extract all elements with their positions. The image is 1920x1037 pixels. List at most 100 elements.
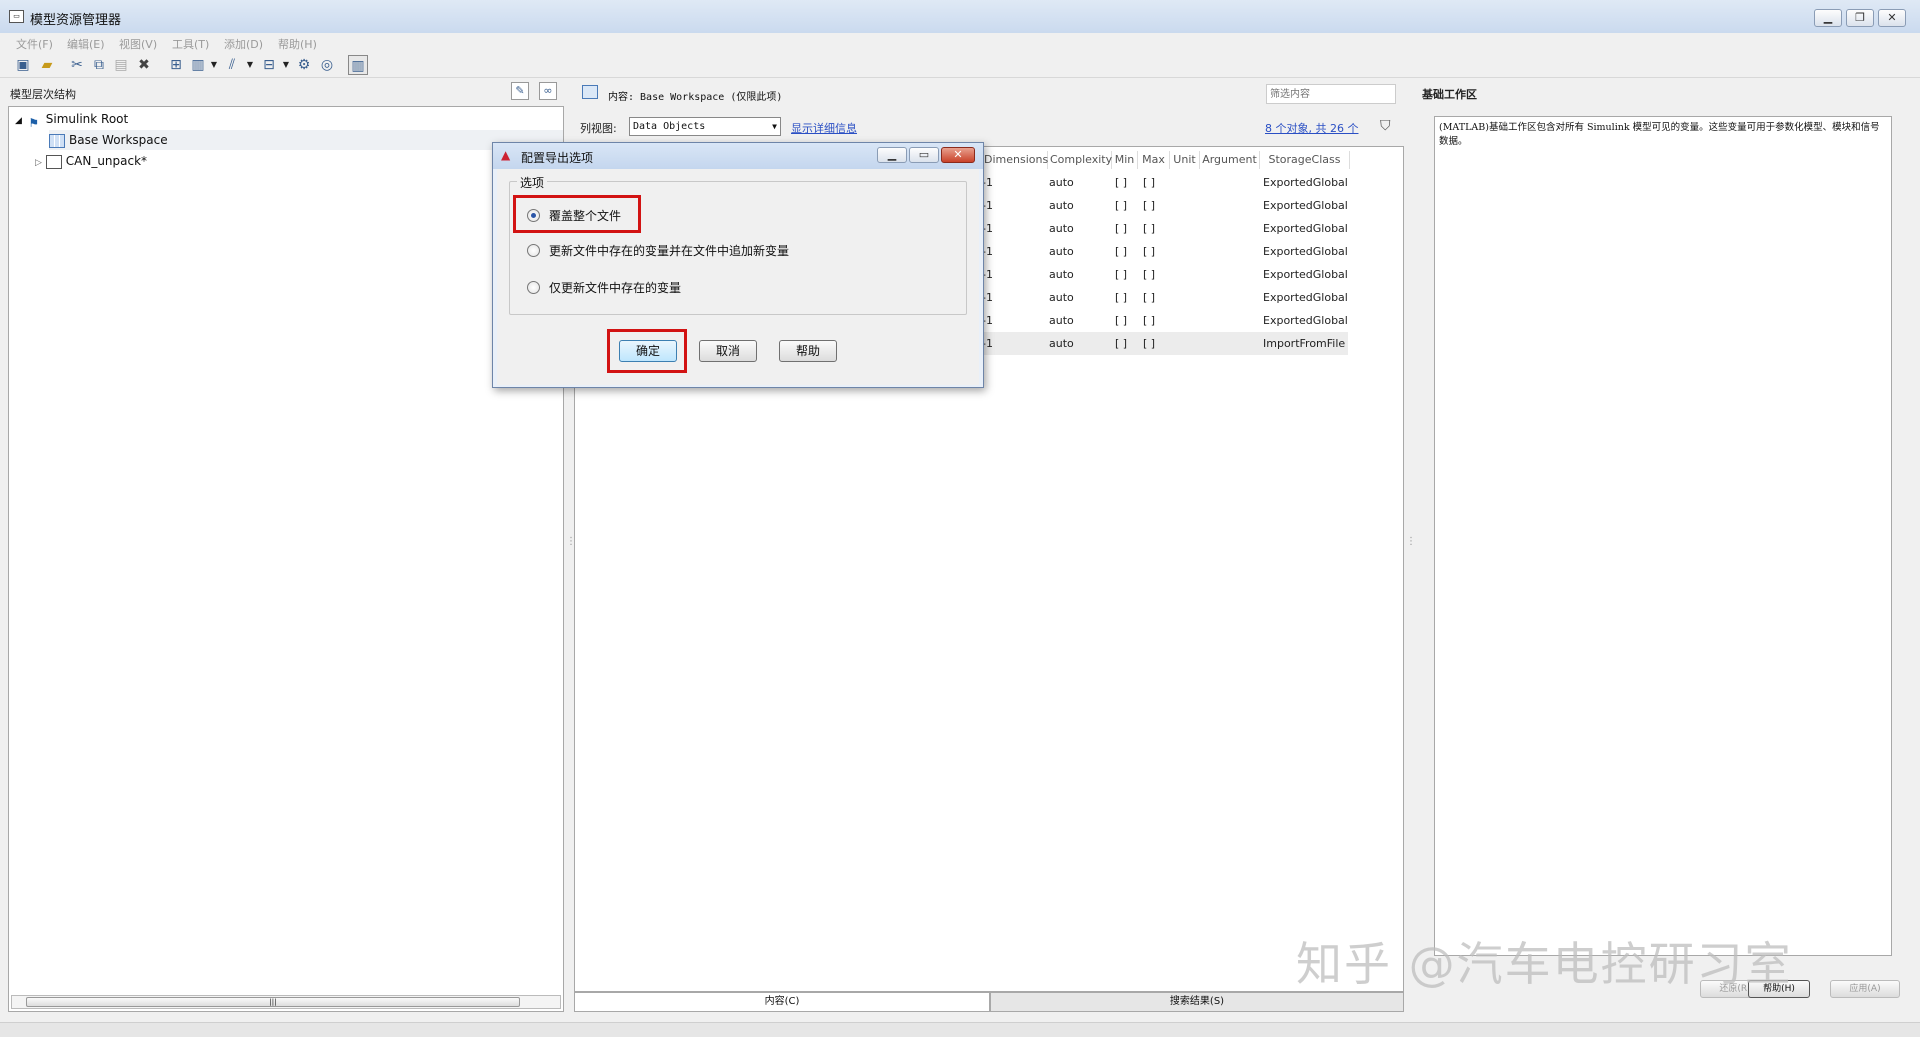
column-header[interactable]: Dimensions	[982, 151, 1048, 169]
filter-input[interactable]	[1266, 84, 1396, 104]
cell-max: [ ]	[1143, 199, 1156, 212]
chevron-down-icon[interactable]: ▼	[204, 55, 224, 75]
cancel-button[interactable]: 取消	[699, 340, 757, 362]
table-row[interactable]: -1 auto [ ] [ ] ExportedGlobal	[976, 286, 1348, 309]
matlab-icon: ▲	[501, 148, 511, 162]
tree-item-base-workspace[interactable]: Base Workspace	[49, 130, 563, 150]
radio-update-append-label[interactable]: 更新文件中存在的变量并在文件中追加新变量	[549, 242, 789, 259]
cell-complexity: auto	[1049, 291, 1074, 304]
cell-min: [ ]	[1115, 245, 1128, 258]
tree-item-can-unpack[interactable]: ▷ CAN_unpack*	[35, 151, 147, 171]
dialog-title: 配置导出选项	[521, 151, 594, 165]
copy-icon[interactable]: ⧉	[89, 55, 109, 75]
expand-icon[interactable]: ◢	[15, 116, 22, 126]
export-options-dialog: ▲ 配置导出选项 ▁ ▭ ✕ 选项 覆盖整个文件 更新文件中存在的变量并在文件中…	[492, 142, 984, 388]
column-header[interactable]: Complexity	[1048, 151, 1112, 169]
workspace-grid-icon	[49, 133, 65, 148]
view-select[interactable]: Data Objects ▼	[629, 117, 781, 136]
table-row[interactable]: -1 auto [ ] [ ] ExportedGlobal	[976, 217, 1348, 240]
radio-update-only-label[interactable]: 仅更新文件中存在的变量	[549, 279, 681, 296]
content-header: 内容: Base Workspace (仅限此项)	[574, 80, 1404, 110]
watermark: 知乎 @汽车电控研习室	[1296, 937, 1793, 991]
menu-add[interactable]: 添加(D)	[224, 36, 263, 52]
minimize-icon[interactable]: ▁	[1814, 9, 1842, 27]
maximize-icon[interactable]: ▭	[909, 147, 939, 163]
tab-contents[interactable]: 内容(C)	[574, 992, 990, 1012]
settings-icon[interactable]: ⚙	[294, 55, 314, 75]
menu-edit[interactable]: 编辑(E)	[67, 36, 105, 52]
radio-update-append[interactable]	[527, 244, 540, 257]
open-folder-icon[interactable]: ▰	[37, 55, 57, 75]
minimize-icon[interactable]: ▁	[877, 147, 907, 163]
filter-funnel-icon[interactable]: ⛉	[1380, 118, 1391, 134]
table-row-selected[interactable]: -1 auto [ ] [ ] ImportFromFile	[976, 332, 1348, 355]
radio-overwrite[interactable]	[527, 209, 540, 222]
menu-help[interactable]: 帮助(H)	[278, 36, 317, 52]
dialog-body: 选项 覆盖整个文件 更新文件中存在的变量并在文件中追加新变量 仅更新文件中存在的…	[497, 169, 979, 385]
edit-icon[interactable]: ✎	[511, 82, 529, 100]
menu-view[interactable]: 视图(V)	[119, 36, 157, 52]
column-header[interactable]: Max	[1138, 151, 1170, 169]
tab-search-results[interactable]: 搜索结果(S)	[990, 992, 1404, 1012]
cell-min: [ ]	[1115, 337, 1128, 350]
new-model-icon[interactable]: ▣	[13, 55, 33, 75]
table-row[interactable]: -1 auto [ ] [ ] ExportedGlobal	[976, 263, 1348, 286]
chevron-down-icon[interactable]: ▼	[276, 55, 296, 75]
radio-overwrite-label[interactable]: 覆盖整个文件	[549, 207, 621, 224]
options-group-label: 选项	[517, 174, 548, 191]
cell-complexity: auto	[1049, 199, 1074, 212]
menu-tools[interactable]: 工具(T)	[172, 36, 209, 52]
cut-icon[interactable]: ✂	[67, 55, 87, 75]
table-row[interactable]: -1 auto [ ] [ ] ExportedGlobal	[976, 240, 1348, 263]
restore-icon[interactable]: ❐	[1846, 9, 1874, 27]
cell-storage-class: ExportedGlobal	[1263, 314, 1348, 327]
columns-icon[interactable]: ▥	[348, 55, 368, 75]
splitter-grip[interactable]: ⋮	[566, 536, 576, 547]
dialog-title-bar: ▲ 配置导出选项 ▁ ▭ ✕	[493, 143, 983, 169]
scrollbar-thumb[interactable]: |||	[26, 997, 520, 1007]
object-count-link[interactable]: 8 个对象, 共 26 个	[1265, 120, 1358, 136]
cell-complexity: auto	[1049, 314, 1074, 327]
cell-min: [ ]	[1115, 314, 1128, 327]
cell-storage-class: ImportFromFile	[1263, 337, 1346, 350]
column-header[interactable]: Argument	[1200, 151, 1260, 169]
table-row[interactable]: -1 auto [ ] [ ] ExportedGlobal	[976, 194, 1348, 217]
workspace-description-panel: (MATLAB)基础工作区包含对所有 Simulink 模型可见的变量。这些变量…	[1434, 116, 1892, 956]
column-header[interactable]: Unit	[1170, 151, 1200, 169]
title-bar: ▭ 模型资源管理器 ▁ ❐ ✕	[0, 0, 1920, 36]
link-icon[interactable]: ∞	[539, 82, 557, 100]
apply-button[interactable]: 应用(A)	[1830, 980, 1900, 998]
cell-min: [ ]	[1115, 176, 1128, 189]
app-icon: ▭	[9, 10, 24, 23]
cell-min: [ ]	[1115, 268, 1128, 281]
table-row[interactable]: -1 auto [ ] [ ] ExportedGlobal	[976, 309, 1348, 332]
cell-min: [ ]	[1115, 199, 1128, 212]
horizontal-scrollbar[interactable]: |||	[11, 995, 561, 1009]
collapsed-icon[interactable]: ▷	[35, 158, 42, 168]
grid-icon[interactable]: ⊞	[166, 55, 186, 75]
target-icon[interactable]: ◎	[317, 55, 337, 75]
cell-storage-class: ExportedGlobal	[1263, 245, 1348, 258]
close-icon[interactable]: ✕	[1878, 9, 1906, 27]
cell-complexity: auto	[1049, 245, 1074, 258]
column-header[interactable]: Min	[1112, 151, 1138, 169]
signal-icon[interactable]: ⫽	[222, 55, 242, 75]
help-button[interactable]: 帮助	[779, 340, 837, 362]
cell-complexity: auto	[1049, 268, 1074, 281]
content-icon	[582, 85, 598, 99]
show-details-link[interactable]: 显示详细信息	[791, 120, 857, 136]
delete-icon[interactable]: ✖	[134, 55, 154, 75]
close-icon[interactable]: ✕	[941, 147, 975, 163]
radio-update-only[interactable]	[527, 281, 540, 294]
cell-complexity: auto	[1049, 222, 1074, 235]
ok-button[interactable]: 确定	[619, 340, 677, 362]
table-row[interactable]: -1 auto [ ] [ ] ExportedGlobal	[976, 171, 1348, 194]
cell-max: [ ]	[1143, 245, 1156, 258]
splitter-grip[interactable]: ⋮	[1406, 536, 1416, 547]
cell-max: [ ]	[1143, 268, 1156, 281]
chevron-down-icon[interactable]: ▼	[240, 55, 260, 75]
tree-item-simulink-root[interactable]: ◢ ⚑ Simulink Root	[15, 109, 128, 130]
paste-icon[interactable]: ▤	[111, 55, 131, 75]
column-header[interactable]: StorageClass	[1260, 151, 1350, 169]
menu-file[interactable]: 文件(F)	[16, 36, 53, 52]
